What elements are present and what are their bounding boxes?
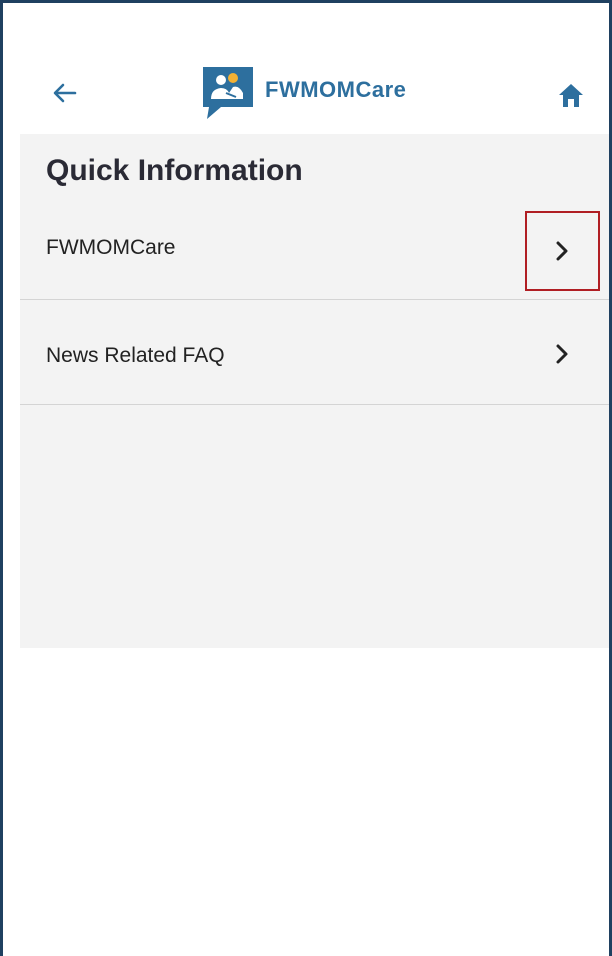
page-title: Quick Information: [46, 154, 303, 187]
list-item-label: FWMOMCare: [46, 236, 176, 259]
chevron-right-icon[interactable]: [550, 239, 574, 263]
list-item-label: News Related FAQ: [46, 344, 225, 367]
arrow-left-icon: [53, 83, 77, 103]
home-button[interactable]: [551, 77, 591, 113]
home-icon: [559, 84, 583, 107]
chat-people-logo-icon: [203, 67, 253, 119]
app-window: FWMOMCare Quick Information FWMOMCare Ne…: [0, 0, 612, 956]
list-item-news-faq[interactable]: News Related FAQ: [20, 300, 609, 405]
list-item-fwmomcare[interactable]: FWMOMCare: [20, 198, 609, 300]
app-header: FWMOMCare: [3, 3, 609, 133]
chevron-right-icon[interactable]: [550, 342, 574, 366]
quick-info-panel: Quick Information FWMOMCare News Related…: [20, 134, 609, 648]
app-logo: FWMOMCare: [199, 63, 406, 121]
back-button[interactable]: [43, 71, 87, 115]
app-title: FWMOMCare: [265, 77, 407, 102]
